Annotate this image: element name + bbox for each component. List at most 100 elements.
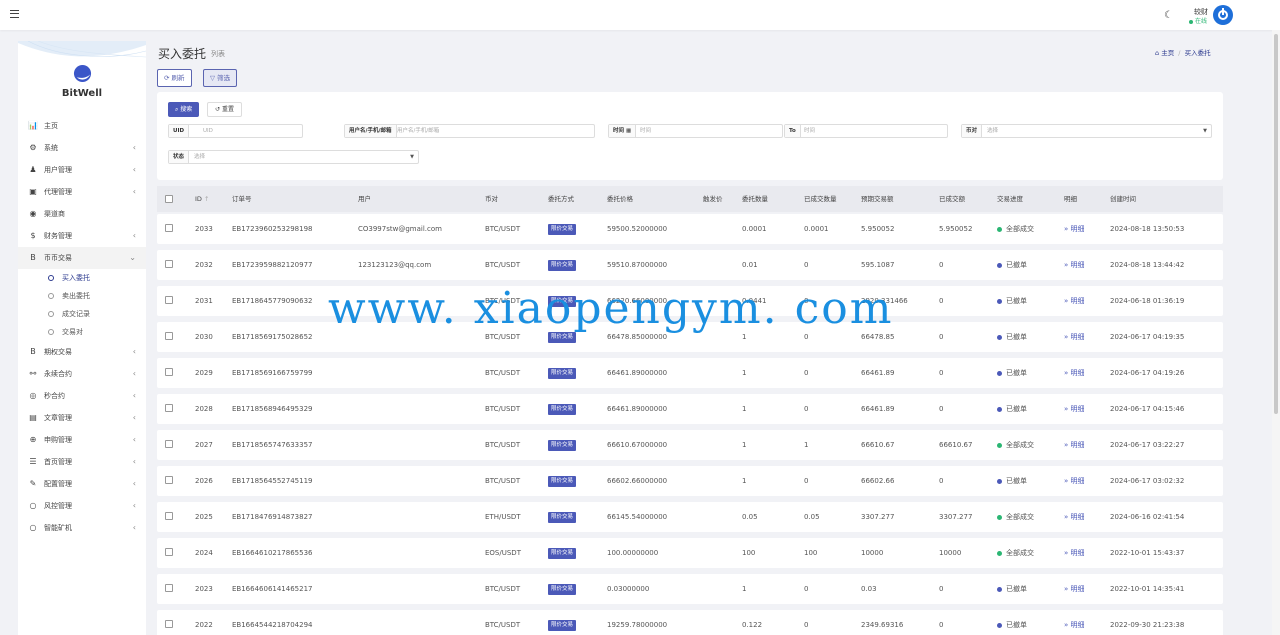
cell-detail[interactable]: » 明细 [1064,574,1085,604]
sidebar-item[interactable]: ▣ 代理管理 ‹ [18,181,146,203]
time-to-field[interactable]: To 时间 [784,124,948,138]
cell-pair: BTC/USDT [485,369,521,377]
chevron-left-icon: ‹ [132,457,136,466]
cell-detail[interactable]: » 明细 [1064,394,1085,424]
time-from-field[interactable]: 时间 ▦ 时间 [608,124,783,138]
refresh-button[interactable]: ⟳ 刷新 [157,69,192,87]
row-checkbox[interactable] [165,296,173,304]
uid-label: UID [169,125,190,137]
detail-link-label: 明细 [1070,621,1085,629]
cell-detail[interactable]: » 明细 [1064,502,1085,532]
sidebar-subitem[interactable]: 买入委托 [18,269,146,287]
row-checkbox[interactable] [165,512,173,520]
column-header-id[interactable]: ID ↑ [195,186,209,212]
row-checkbox[interactable] [165,368,173,376]
filter-label: 筛选 [217,74,231,82]
sort-icon[interactable]: ↑ [202,195,209,203]
row-checkbox[interactable] [165,476,173,484]
sidebar-item[interactable]: ✎ 配置管理 ‹ [18,473,146,495]
cell-detail[interactable]: » 明细 [1064,466,1085,496]
row-checkbox[interactable] [165,404,173,412]
sidebar-item-label: 智能矿机 [44,524,72,532]
cell-price: 66145.54000000 [607,513,668,521]
pair-select[interactable]: 币对 选择 ▼ [961,124,1212,138]
scrollbar-thumb[interactable] [1274,34,1278,414]
cell-detail[interactable]: » 明细 [1064,322,1085,352]
cell-detail[interactable]: » 明细 [1064,250,1085,280]
uid-field[interactable]: UID UID [168,124,303,138]
table-row[interactable]: 2025 EB1718476914873827 ETH/USDT 限价交易 66145.… [157,502,1223,532]
search-button[interactable]: ⌕ 搜索 [168,102,200,117]
cell-filled-amount: 10000 [939,549,962,557]
breadcrumb-home[interactable]: 主页 [1161,49,1174,57]
row-checkbox[interactable] [165,440,173,448]
circle-icon [48,275,54,281]
user-field[interactable]: 用户名/手机/邮箱 用户名/手机/邮箱 [344,124,595,138]
chevron-left-icon: ‹ [132,231,136,240]
cell-detail[interactable]: » 明细 [1064,358,1085,388]
page-scrollbar[interactable] [1272,30,1280,635]
row-checkbox[interactable] [165,620,173,628]
sidebar-item[interactable]: $ 财务管理 ‹ [18,225,146,247]
sidebar-subitem[interactable]: 成交记录 [18,305,146,323]
column-header-label: 委托价格 [607,195,633,203]
cell-detail[interactable]: » 明细 [1064,430,1085,460]
users-icon: ♟ [29,165,37,174]
menu-toggle-icon[interactable] [10,10,19,18]
sidebar-item[interactable]: ▤ 文章管理 ‹ [18,407,146,429]
row-checkbox[interactable] [165,332,173,340]
row-checkbox[interactable] [165,584,173,592]
sidebar-item[interactable]: ⚙ 系统 ‹ [18,137,146,159]
cell-detail[interactable]: » 明细 [1064,610,1085,635]
sidebar-item[interactable]: ⊕ 申购管理 ‹ [18,429,146,451]
table-row[interactable]: 2026 EB1718564552745119 BTC/USDT 限价交易 66602.… [157,466,1223,496]
reset-button[interactable]: ↺ 重置 [207,102,242,117]
table-row[interactable]: 2023 EB1664606141465217 BTC/USDT 限价交易 0.0300… [157,574,1223,604]
cell-progress: 已撤单 [997,358,1027,388]
gear-icon: ⚙ [29,143,37,152]
table-row[interactable]: 2022 EB1664544218704294 BTC/USDT 限价交易 19259.… [157,610,1223,635]
sidebar-item[interactable]: ♟ 用户管理 ‹ [18,159,146,181]
status-dot-icon [997,226,1002,232]
moon-icon[interactable]: ☾ [1164,10,1173,21]
sidebar-subitem[interactable]: 交易对 [18,323,146,341]
sidebar-item[interactable]: B 币币交易 ⌄ [18,247,146,269]
column-header-progress: 交易进度 [997,186,1023,212]
sidebar-item[interactable]: ○ 风控管理 ‹ [18,495,146,517]
row-checkbox[interactable] [165,548,173,556]
sidebar-item[interactable]: 📊 主页 [18,115,146,137]
cell-order-number: EB1718569166759799 [232,369,313,377]
table-row[interactable]: 2027 EB1718565747633357 BTC/USDT 限价交易 66610.… [157,430,1223,460]
sidebar-subitem-label: 买入委托 [62,274,90,282]
sidebar-item[interactable]: ⚯ 永续合约 ‹ [18,363,146,385]
table-row[interactable]: 2029 EB1718569166759799 BTC/USDT 限价交易 66461.… [157,358,1223,388]
sidebar-item[interactable]: ◉ 渠道商 [18,203,146,225]
cell-detail[interactable]: » 明细 [1064,214,1085,244]
filter-button[interactable]: ▽ 筛选 [203,69,238,87]
status-select[interactable]: 状态 选择 ▼ [168,150,419,164]
cell-pair: BTC/USDT [485,621,521,629]
table-row[interactable]: 2032 EB1723959882120977 123123123@qq.com BT… [157,250,1223,280]
status-label: 已撤单 [1006,261,1027,269]
sidebar-item[interactable]: ☰ 首页管理 ‹ [18,451,146,473]
select-all-checkbox[interactable] [165,195,173,203]
cell-order-number: EB1718568946495329 [232,405,313,413]
row-checkbox[interactable] [165,260,173,268]
cell-progress: 已撤单 [997,610,1027,635]
sidebar-item[interactable]: B 期权交易 ‹ [18,341,146,363]
table-row[interactable]: 2024 EB1664610217865536 EOS/USDT 限价交易 100.00… [157,538,1223,568]
power-icon[interactable] [1213,5,1233,25]
status-dot-icon [997,478,1002,484]
sidebar-item[interactable]: ○ 智能矿机 ‹ [18,517,146,539]
cell-detail[interactable]: » 明细 [1064,286,1085,316]
table-row[interactable]: 2033 EB1723960253298198 CO3997stw@gmail.co… [157,214,1223,244]
status-label: 全部成交 [1006,513,1034,521]
table-row[interactable]: 2028 EB1718568946495329 BTC/USDT 限价交易 66461.… [157,394,1223,424]
sidebar-item[interactable]: ◎ 秒合约 ‹ [18,385,146,407]
cell-detail[interactable]: » 明细 [1064,538,1085,568]
cell-id: 2033 [195,225,213,233]
row-checkbox[interactable] [165,224,173,232]
cell-pair: EOS/USDT [485,549,521,557]
cell-id: 2022 [195,621,213,629]
sidebar-subitem[interactable]: 卖出委托 [18,287,146,305]
